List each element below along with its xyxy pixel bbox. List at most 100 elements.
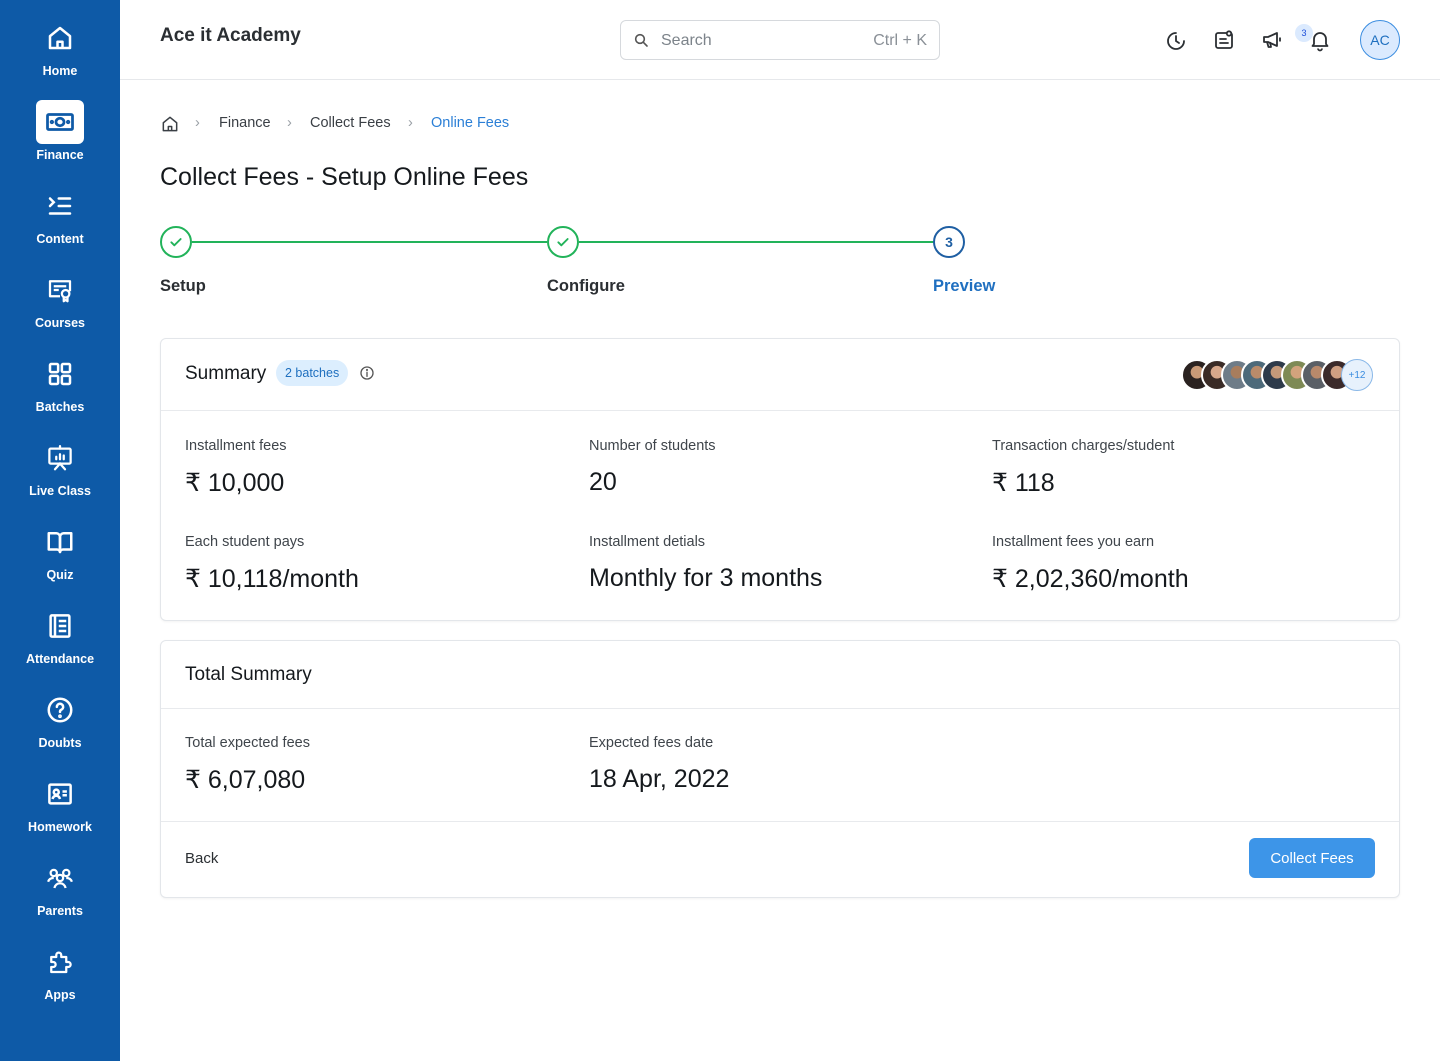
total-summary-header: Total Summary <box>161 641 1399 709</box>
sidebar-item-label: Apps <box>44 988 76 1002</box>
step-label-configure: Configure <box>547 277 625 295</box>
total-summary-stats: Total expected fees ₹ 6,07,080 Expected … <box>161 709 1399 822</box>
back-button[interactable]: Back <box>185 850 218 867</box>
top-header: Ace it Academy Search Ctrl + K 3 AC <box>120 0 1440 80</box>
stat-value: Monthly for 3 months <box>589 564 823 592</box>
sidebar-item-live-class[interactable]: Live Class <box>0 420 120 504</box>
id-card-icon <box>36 772 84 816</box>
money-icon <box>36 100 84 144</box>
home-icon <box>36 16 84 60</box>
stat-label: Each student pays <box>185 534 305 550</box>
summary-card: Summary 2 batches +12 Installment fees ₹… <box>160 338 1400 621</box>
sidebar-item-label: Finance <box>36 148 84 162</box>
users-icon <box>36 856 84 900</box>
search-placeholder: Search <box>661 32 712 49</box>
total-summary-title: Total Summary <box>185 664 312 685</box>
stat-label: Expected fees date <box>589 735 714 751</box>
step-setup-complete <box>160 226 192 258</box>
history-icon <box>1167 32 1185 50</box>
search-icon <box>634 33 648 47</box>
sidebar-item-label: Homework <box>28 820 92 834</box>
card-footer: Back Collect Fees <box>161 822 1399 897</box>
step-configure-complete <box>547 226 579 258</box>
sidebar-item-label: Parents <box>37 904 83 918</box>
stat-value: ₹ 2,02,360/month <box>992 565 1189 593</box>
activity-button[interactable] <box>1164 28 1188 52</box>
search-input[interactable]: Search Ctrl + K <box>620 20 940 60</box>
bell-icon <box>1311 32 1329 52</box>
page-title: Collect Fees - Setup Online Fees <box>160 163 529 191</box>
sidebar-item-home[interactable]: Home <box>0 0 120 84</box>
notes-button[interactable] <box>1212 28 1236 52</box>
breadcrumb-item-finance[interactable]: Finance <box>219 115 271 131</box>
sidebar-item-label: Doubts <box>38 736 82 750</box>
announcements-button[interactable] <box>1260 28 1284 52</box>
question-icon <box>36 688 84 732</box>
stat-value: ₹ 118 <box>992 469 1055 497</box>
grid-icon <box>36 352 84 396</box>
summary-title: Summary <box>185 363 267 384</box>
sidebar-item-homework[interactable]: Homework <box>0 756 120 840</box>
sidebar-item-label: Courses <box>34 316 86 330</box>
chevron-right-icon: › <box>287 115 292 131</box>
sidebar-item-content[interactable]: Content <box>0 168 120 252</box>
stat-value: 20 <box>589 468 617 496</box>
search-shortcut: Ctrl + K <box>873 32 927 49</box>
step-connector <box>579 241 934 243</box>
student-avatars[interactable]: +12 <box>1181 359 1375 391</box>
app-title: Ace it Academy <box>160 25 301 46</box>
stat-label: Installment fees <box>185 438 287 454</box>
sidebar-item-courses[interactable]: Courses <box>0 252 120 336</box>
notifications-button[interactable] <box>1308 28 1332 52</box>
check-icon <box>170 238 182 247</box>
info-icon[interactable] <box>359 365 375 381</box>
stat-label: Number of students <box>589 438 716 454</box>
step-label-preview: Preview <box>933 277 996 295</box>
sidebar-item-label: Home <box>42 64 78 78</box>
sidebar-item-attendance[interactable]: Attendance <box>0 588 120 672</box>
presentation-icon <box>36 436 84 480</box>
stat-label: Transaction charges/student <box>992 438 1175 454</box>
sidebar-item-apps[interactable]: Apps <box>0 924 120 1008</box>
sidebar-item-label: Batches <box>35 400 85 414</box>
breadcrumb-home[interactable] <box>160 114 180 138</box>
notepad-icon <box>1215 30 1233 49</box>
total-summary-card: Total Summary Total expected fees ₹ 6,07… <box>160 640 1400 898</box>
sidebar-item-doubts[interactable]: Doubts <box>0 672 120 756</box>
stat-label: Installment fees you earn <box>992 534 1155 550</box>
chevron-right-icon: › <box>408 115 413 131</box>
sidebar-item-finance[interactable]: Finance <box>0 84 120 168</box>
breadcrumb-item-online-fees: Online Fees <box>431 115 510 131</box>
user-avatar[interactable]: AC <box>1360 20 1400 60</box>
puzzle-icon <box>36 940 84 984</box>
stat-label: Total expected fees <box>185 735 310 751</box>
summary-header: Summary 2 batches +12 <box>161 339 1399 411</box>
stat-value: ₹ 10,000 <box>185 469 285 497</box>
sidebar-item-batches[interactable]: Batches <box>0 336 120 420</box>
megaphone-icon <box>1263 32 1281 48</box>
batches-badge[interactable]: 2 batches <box>276 360 349 386</box>
sidebar: Home Finance Content Courses Batches Liv… <box>0 0 120 1061</box>
chevron-right-icon: › <box>195 115 200 131</box>
sidebar-item-quiz[interactable]: Quiz <box>0 504 120 588</box>
sidebar-item-label: Content <box>36 232 84 246</box>
step-preview-current: 3 <box>933 226 965 258</box>
sidebar-item-parents[interactable]: Parents <box>0 840 120 924</box>
collect-fees-button[interactable]: Collect Fees <box>1249 838 1375 878</box>
more-students-badge[interactable]: +12 <box>1341 359 1373 391</box>
stat-value: ₹ 6,07,080 <box>185 766 306 794</box>
book-icon <box>36 520 84 564</box>
check-icon <box>557 238 569 247</box>
sidebar-item-label: Quiz <box>46 568 74 582</box>
breadcrumb-item-collect-fees[interactable]: Collect Fees <box>310 115 391 131</box>
list-icon <box>36 184 84 228</box>
stat-value: ₹ 10,118/month <box>185 565 359 593</box>
sidebar-item-label: Live Class <box>29 484 91 498</box>
home-icon <box>162 116 178 132</box>
stat-label: Installment detials <box>589 534 706 550</box>
certificate-icon <box>36 268 84 312</box>
step-connector <box>192 241 547 243</box>
stat-value: 18 Apr, 2022 <box>589 765 730 793</box>
step-label-setup: Setup <box>160 277 206 295</box>
register-icon <box>36 604 84 648</box>
